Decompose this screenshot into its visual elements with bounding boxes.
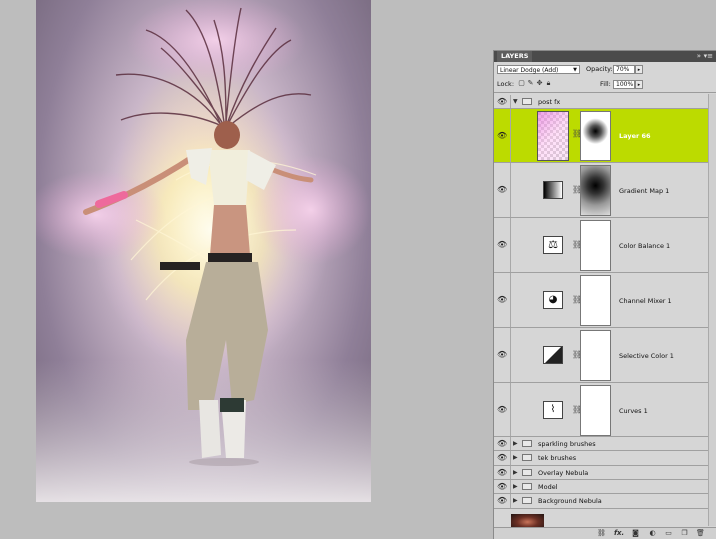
layer-mask-thumbnail[interactable] <box>580 275 611 326</box>
lock-fill-row: Lock: ▢ ✎ ✥ 🔒︎ Fill: 100% ▸ <box>494 77 716 93</box>
layer-group-post-fx[interactable]: 👁︎ ▼ post fx <box>494 95 709 109</box>
layer-mask-thumbnail[interactable] <box>580 330 611 381</box>
layer-thumbnail[interactable] <box>537 111 569 161</box>
layers-scrollbar[interactable] <box>708 94 716 526</box>
chevron-right-icon[interactable]: ▶ <box>513 497 518 504</box>
layers-panel-footer: ⛓︎ fx. ◙ ◐ ▭ ❐ 🗑︎ <box>494 527 716 539</box>
eye-icon[interactable]: 👁︎ <box>497 132 507 140</box>
layer-mask-thumbnail[interactable] <box>580 385 611 436</box>
eye-icon[interactable]: 👁︎ <box>497 296 507 304</box>
folder-icon <box>522 98 532 105</box>
chevron-right-icon[interactable]: ▶ <box>513 483 518 490</box>
double-chevron-right-icon[interactable]: » <box>697 51 701 62</box>
layers-tab[interactable]: LAYERS <box>497 51 533 62</box>
layer-mask-thumbnail[interactable] <box>580 111 611 161</box>
eye-icon[interactable]: 👁︎ <box>497 98 507 106</box>
chevron-down-icon: ▼ <box>573 67 577 73</box>
layer-gradient-map-1[interactable]: 👁︎ ⛓︎ Gradient Map 1 <box>494 163 709 218</box>
chevron-down-icon[interactable]: ▼ <box>513 98 518 105</box>
panel-tab-bar: LAYERS » ▾≡ <box>494 51 716 62</box>
gradient-map-icon <box>543 181 563 199</box>
layer-name: Channel Mixer 1 <box>619 297 672 305</box>
color-balance-icon: ⚖︎ <box>543 236 563 254</box>
link-icon[interactable]: ⛓︎ <box>597 529 606 537</box>
layer-group-background-nebula[interactable]: 👁︎ ▶ Background Nebula <box>494 494 709 509</box>
lock-position-icon[interactable]: ✥ <box>536 80 543 87</box>
chevron-right-icon[interactable]: ▶ <box>513 440 518 447</box>
layer-color-balance-1[interactable]: 👁︎ ⚖︎ ⛓︎ Color Balance 1 <box>494 218 709 273</box>
layers-panel: LAYERS » ▾≡ Linear Dodge (Add) ▼ Opacity… <box>493 50 716 539</box>
layer-group-overlay-nebula[interactable]: 👁︎ ▶ Overlay Nebula <box>494 466 709 480</box>
eye-icon[interactable]: 👁︎ <box>497 351 507 359</box>
layer-name: sparkling brushes <box>538 440 596 448</box>
layer-mask-thumbnail[interactable] <box>580 165 611 216</box>
adjustment-icon[interactable]: ◐ <box>648 529 657 537</box>
layer-selective-color-1[interactable]: 👁︎ ⛓︎ Selective Color 1 <box>494 328 709 383</box>
mask-icon[interactable]: ◙ <box>631 529 640 537</box>
folder-icon <box>522 497 532 504</box>
fill-input[interactable]: 100% <box>613 80 635 89</box>
layer-curves-1[interactable]: 👁︎ ⌇ ⛓︎ Curves 1 <box>494 383 709 437</box>
panel-menu-icon[interactable]: ▾≡ <box>704 51 713 62</box>
channel-mixer-icon: ◕ <box>543 291 563 309</box>
document-canvas[interactable] <box>36 0 371 502</box>
trash-icon[interactable]: 🗑︎ <box>696 529 705 537</box>
layer-name: Color Balance 1 <box>619 242 671 250</box>
layer-group-sparkling-brushes[interactable]: 👁︎ ▶ sparkling brushes <box>494 437 709 451</box>
lock-transparent-pixels-icon[interactable]: ▢ <box>518 80 525 87</box>
layer-name: Curves 1 <box>619 407 648 415</box>
lock-label: Lock: <box>497 80 515 88</box>
layer-name: Gradient Map 1 <box>619 187 670 195</box>
layer-name: Background Nebula <box>538 497 602 505</box>
layer-name: post fx <box>538 98 561 106</box>
folder-icon <box>522 469 532 476</box>
folder-icon <box>522 440 532 447</box>
opacity-slider-arrow-icon[interactable]: ▸ <box>635 65 643 74</box>
fill-slider-arrow-icon[interactable]: ▸ <box>635 80 643 89</box>
folder-icon <box>522 483 532 490</box>
lock-all-icon[interactable]: 🔒︎ <box>545 80 552 87</box>
layer-group-tek-brushes[interactable]: 👁︎ ▶ tek brushes <box>494 451 709 466</box>
chevron-right-icon[interactable]: ▶ <box>513 469 518 476</box>
eye-icon[interactable]: 👁︎ <box>497 483 507 491</box>
layer-channel-mixer-1[interactable]: 👁︎ ◕ ⛓︎ Channel Mixer 1 <box>494 273 709 328</box>
opacity-label: Opacity: <box>586 65 613 73</box>
layer-name: Layer 66 <box>619 132 651 140</box>
layer-name: Selective Color 1 <box>619 352 674 360</box>
eye-icon[interactable]: 👁︎ <box>497 440 507 448</box>
layer-name: Overlay Nebula <box>538 469 589 477</box>
artwork-dancer <box>36 0 371 502</box>
chevron-right-icon[interactable]: ▶ <box>513 454 518 461</box>
layer-66[interactable]: 👁︎ ⛓︎ Layer 66 <box>494 109 709 163</box>
blend-opacity-row: Linear Dodge (Add) ▼ Opacity: 70% ▸ <box>494 62 716 77</box>
eye-icon[interactable]: 👁︎ <box>497 186 507 194</box>
selective-color-icon <box>543 346 563 364</box>
layer-name: tek brushes <box>538 454 577 462</box>
blend-mode-value: Linear Dodge (Add) <box>500 67 559 74</box>
new-layer-icon[interactable]: ❐ <box>680 529 689 537</box>
blend-mode-select[interactable]: Linear Dodge (Add) ▼ <box>497 65 580 74</box>
lock-image-pixels-icon[interactable]: ✎ <box>527 80 534 87</box>
curves-icon: ⌇ <box>543 401 563 419</box>
folder-icon[interactable]: ▭ <box>664 529 673 537</box>
eye-icon[interactable]: 👁︎ <box>497 454 507 462</box>
opacity-input[interactable]: 70% <box>613 65 635 74</box>
layer-mask-thumbnail[interactable] <box>580 220 611 271</box>
layer-group-model[interactable]: 👁︎ ▶ Model <box>494 480 709 494</box>
fill-label: Fill: <box>600 80 611 88</box>
eye-icon[interactable]: 👁︎ <box>497 241 507 249</box>
fx-icon[interactable]: fx. <box>614 529 624 537</box>
eye-icon[interactable]: 👁︎ <box>497 469 507 477</box>
folder-icon <box>522 454 532 461</box>
layer-name: Model <box>538 483 558 491</box>
eye-icon[interactable]: 👁︎ <box>497 406 507 414</box>
eye-icon[interactable]: 👁︎ <box>497 497 507 505</box>
